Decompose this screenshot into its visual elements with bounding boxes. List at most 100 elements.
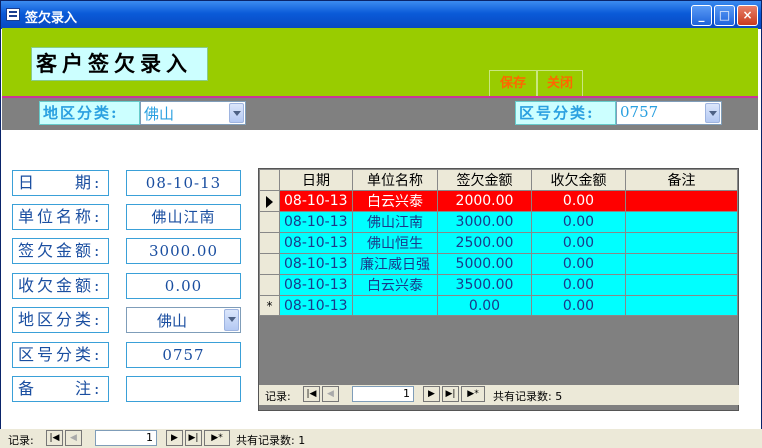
cell-unit[interactable]: 佛山恒生 [352, 232, 438, 254]
prev-record-icon[interactable]: ◀ [322, 386, 339, 402]
form-record-navigator: 记录: |◀ ◀ 1 ▶ ▶| ▶* 共有记录数: 1 [0, 429, 762, 448]
cell-recv[interactable]: 0.00 [531, 211, 626, 233]
new-record-row[interactable]: * 08-10-13 0.00 0.00 [259, 295, 738, 316]
cell-unit[interactable]: 白云兴泰 [352, 274, 438, 296]
grid-record-count: 共有记录数: 5 [493, 390, 563, 403]
memo-field[interactable] [126, 376, 241, 402]
current-record-icon [266, 195, 273, 208]
cell-date[interactable]: 08-10-13 [279, 232, 353, 254]
region-label: 地区分类: [12, 307, 109, 333]
table-row[interactable]: 08-10-13 白云兴泰 3500.00 0.00 [259, 274, 738, 296]
cell-recv[interactable]: 0.00 [531, 274, 626, 296]
cell-memo[interactable] [625, 232, 738, 254]
cell-memo[interactable] [625, 295, 738, 316]
row-selector[interactable] [259, 190, 280, 212]
sign-amount-field[interactable]: 3000.00 [126, 238, 241, 264]
code-filter-label: 区号分类: [515, 101, 616, 125]
close-window-button[interactable]: × [737, 5, 758, 26]
grid-nav-label: 记录: [265, 390, 291, 403]
cell-date[interactable]: 08-10-13 [279, 274, 353, 296]
table-row[interactable]: 08-10-13 佛山江南 3000.00 0.00 [259, 211, 738, 233]
new-record-marker[interactable]: * [259, 295, 280, 316]
table-row[interactable]: 08-10-13 佛山恒生 2500.00 0.00 [259, 232, 738, 254]
next-record-icon[interactable]: ▶ [423, 386, 440, 402]
cell-recv[interactable]: 0.00 [531, 253, 626, 275]
table-row[interactable]: 08-10-13 廉江威日强 5000.00 0.00 [259, 253, 738, 275]
cell-date[interactable]: 08-10-13 [279, 295, 353, 316]
row-selector[interactable] [259, 232, 280, 254]
form-icon [6, 8, 20, 21]
close-form-button[interactable]: 关闭 [537, 70, 583, 96]
code-filter-combo[interactable]: 0757 [616, 101, 722, 125]
cell-sign[interactable]: 5000.00 [437, 253, 532, 275]
cell-memo[interactable] [625, 211, 738, 233]
first-record-icon[interactable]: |◀ [303, 386, 320, 402]
chevron-down-icon[interactable] [224, 309, 239, 331]
cell-recv[interactable]: 0.00 [531, 295, 626, 316]
table-row[interactable]: 08-10-13 白云兴泰 2000.00 0.00 [259, 190, 738, 212]
cell-sign[interactable]: 3500.00 [437, 274, 532, 296]
column-header-sign[interactable]: 签欠金额 [437, 169, 532, 191]
prev-record-icon[interactable]: ◀ [65, 430, 82, 446]
grid-record-navigator: 记录: |◀ ◀ 1 ▶ ▶| ▶* 共有记录数: 5 [259, 385, 739, 405]
new-record-icon[interactable]: ▶* [204, 430, 230, 446]
cell-sign[interactable]: 2500.00 [437, 232, 532, 254]
chevron-down-icon[interactable] [229, 103, 244, 123]
row-selector[interactable] [259, 274, 280, 296]
records-datasheet: 日期 单位名称 签欠金额 收欠金额 备注 08-10-13 白云兴泰 2000.… [258, 168, 739, 411]
cell-date[interactable]: 08-10-13 [279, 211, 353, 233]
grid-current-record-input[interactable]: 1 [352, 386, 414, 402]
title-bar[interactable]: 签欠录入 _ □ × [1, 1, 761, 29]
date-field[interactable]: 08-10-13 [126, 170, 241, 196]
date-label: 日 期: [12, 170, 109, 196]
column-header-memo[interactable]: 备注 [625, 169, 738, 191]
area-code-field[interactable]: 0757 [126, 342, 241, 368]
cell-recv[interactable]: 0.00 [531, 190, 626, 212]
next-record-icon[interactable]: ▶ [166, 430, 183, 446]
cell-memo[interactable] [625, 253, 738, 275]
maximize-button[interactable]: □ [714, 5, 735, 26]
cell-date[interactable]: 08-10-13 [279, 190, 353, 212]
column-header-unit[interactable]: 单位名称 [352, 169, 438, 191]
cell-sign[interactable]: 0.00 [437, 295, 532, 316]
cell-unit[interactable]: 廉江威日强 [352, 253, 438, 275]
column-header-date[interactable]: 日期 [279, 169, 353, 191]
region-combo[interactable]: 佛山 [126, 307, 241, 333]
row-selector[interactable] [259, 211, 280, 233]
first-record-icon[interactable]: |◀ [46, 430, 63, 446]
minimize-button[interactable]: _ [691, 5, 712, 26]
cell-sign[interactable]: 2000.00 [437, 190, 532, 212]
cell-sign[interactable]: 3000.00 [437, 211, 532, 233]
cell-unit[interactable]: 白云兴泰 [352, 190, 438, 212]
window-title: 签欠录入 [25, 11, 78, 26]
unit-field[interactable]: 佛山江南 [126, 204, 241, 230]
cell-unit[interactable] [352, 295, 438, 316]
area-code-label: 区号分类: [12, 342, 109, 368]
row-selector[interactable] [259, 253, 280, 275]
cell-unit[interactable]: 佛山江南 [352, 211, 438, 233]
header-row: 日期 单位名称 签欠金额 收欠金额 备注 [259, 169, 738, 191]
sign-amount-label: 签欠金额: [12, 238, 109, 264]
records-table: 日期 单位名称 签欠金额 收欠金额 备注 08-10-13 白云兴泰 2000.… [259, 169, 738, 316]
recv-amount-label: 收欠金额: [12, 273, 109, 299]
recv-amount-field[interactable]: 0.00 [126, 273, 241, 299]
new-record-icon[interactable]: ▶* [461, 386, 485, 402]
corner-cell[interactable] [259, 169, 280, 191]
column-header-recv[interactable]: 收欠金额 [531, 169, 626, 191]
chevron-down-icon[interactable] [705, 103, 720, 123]
cell-memo[interactable] [625, 190, 738, 212]
cell-date[interactable]: 08-10-13 [279, 253, 353, 275]
cell-recv[interactable]: 0.00 [531, 232, 626, 254]
region-filter-combo[interactable]: 佛山 [140, 101, 246, 125]
region-filter-label: 地区分类: [39, 101, 140, 125]
save-button[interactable]: 保存 [489, 70, 537, 96]
memo-label: 备 注: [12, 376, 109, 402]
code-filter-value: 0757 [620, 103, 659, 121]
form-current-record-input[interactable]: 1 [95, 430, 157, 446]
last-record-icon[interactable]: ▶| [442, 386, 459, 402]
form-nav-label: 记录: [8, 434, 34, 447]
unit-label: 单位名称: [12, 204, 109, 230]
cell-memo[interactable] [625, 274, 738, 296]
region-value: 佛山 [157, 312, 188, 330]
last-record-icon[interactable]: ▶| [185, 430, 202, 446]
